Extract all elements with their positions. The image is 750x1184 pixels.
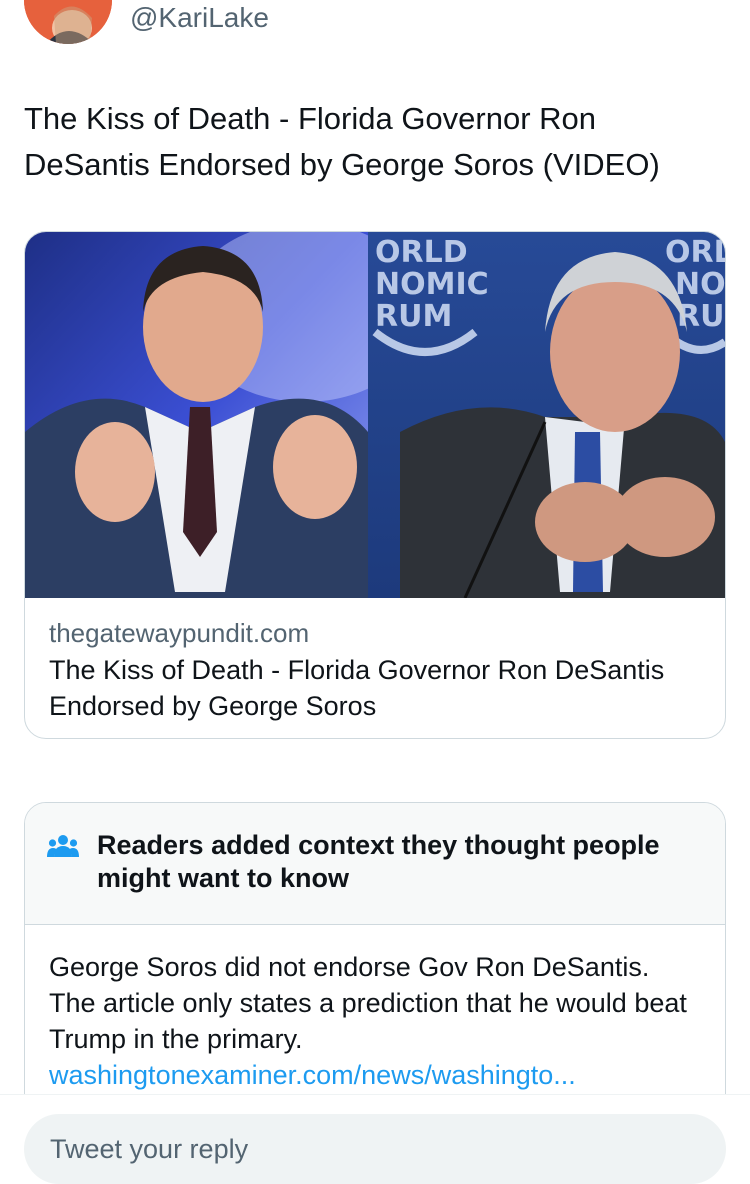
link-card[interactable]: ORLD NOMIC RUM ORLI NOM RUM thegatewaypu… [24,231,726,739]
community-note-body: George Soros did not endorse Gov Ron DeS… [49,952,687,1054]
community-note-header: Readers added context they thought peopl… [25,803,725,925]
avatar-image [24,0,112,44]
watermark-left-line1: ORLD [375,235,468,270]
watermark-left-line2: NOMIC [375,267,489,302]
link-card-domain[interactable]: thegatewaypundit.com [49,618,309,649]
community-note-heading: Readers added context they thought peopl… [97,830,660,893]
link-card-image: ORLD NOMIC RUM ORLI NOM RUM [25,232,725,598]
community-note-body-wrapper: George Soros did not endorse Gov Ron DeS… [49,949,699,1093]
watermark-right-line1: ORLI [665,235,725,270]
author-handle[interactable]: @KariLake [130,2,269,34]
reply-bar [0,1094,750,1184]
tweet-text: The Kiss of Death - Florida Governor Ron… [24,101,660,182]
reply-input[interactable] [24,1114,726,1184]
community-note-source-link[interactable]: washingtonexaminer.com/news/washingto... [49,1057,699,1093]
avatar[interactable] [24,0,112,44]
watermark-left-line3: RUM [375,299,452,334]
link-card-title[interactable]: The Kiss of Death - Florida Governor Ron… [49,652,699,724]
people-group-icon [47,833,79,866]
community-note: Readers added context they thought peopl… [24,802,726,1124]
watermark-right-line2: NOM [675,267,725,302]
